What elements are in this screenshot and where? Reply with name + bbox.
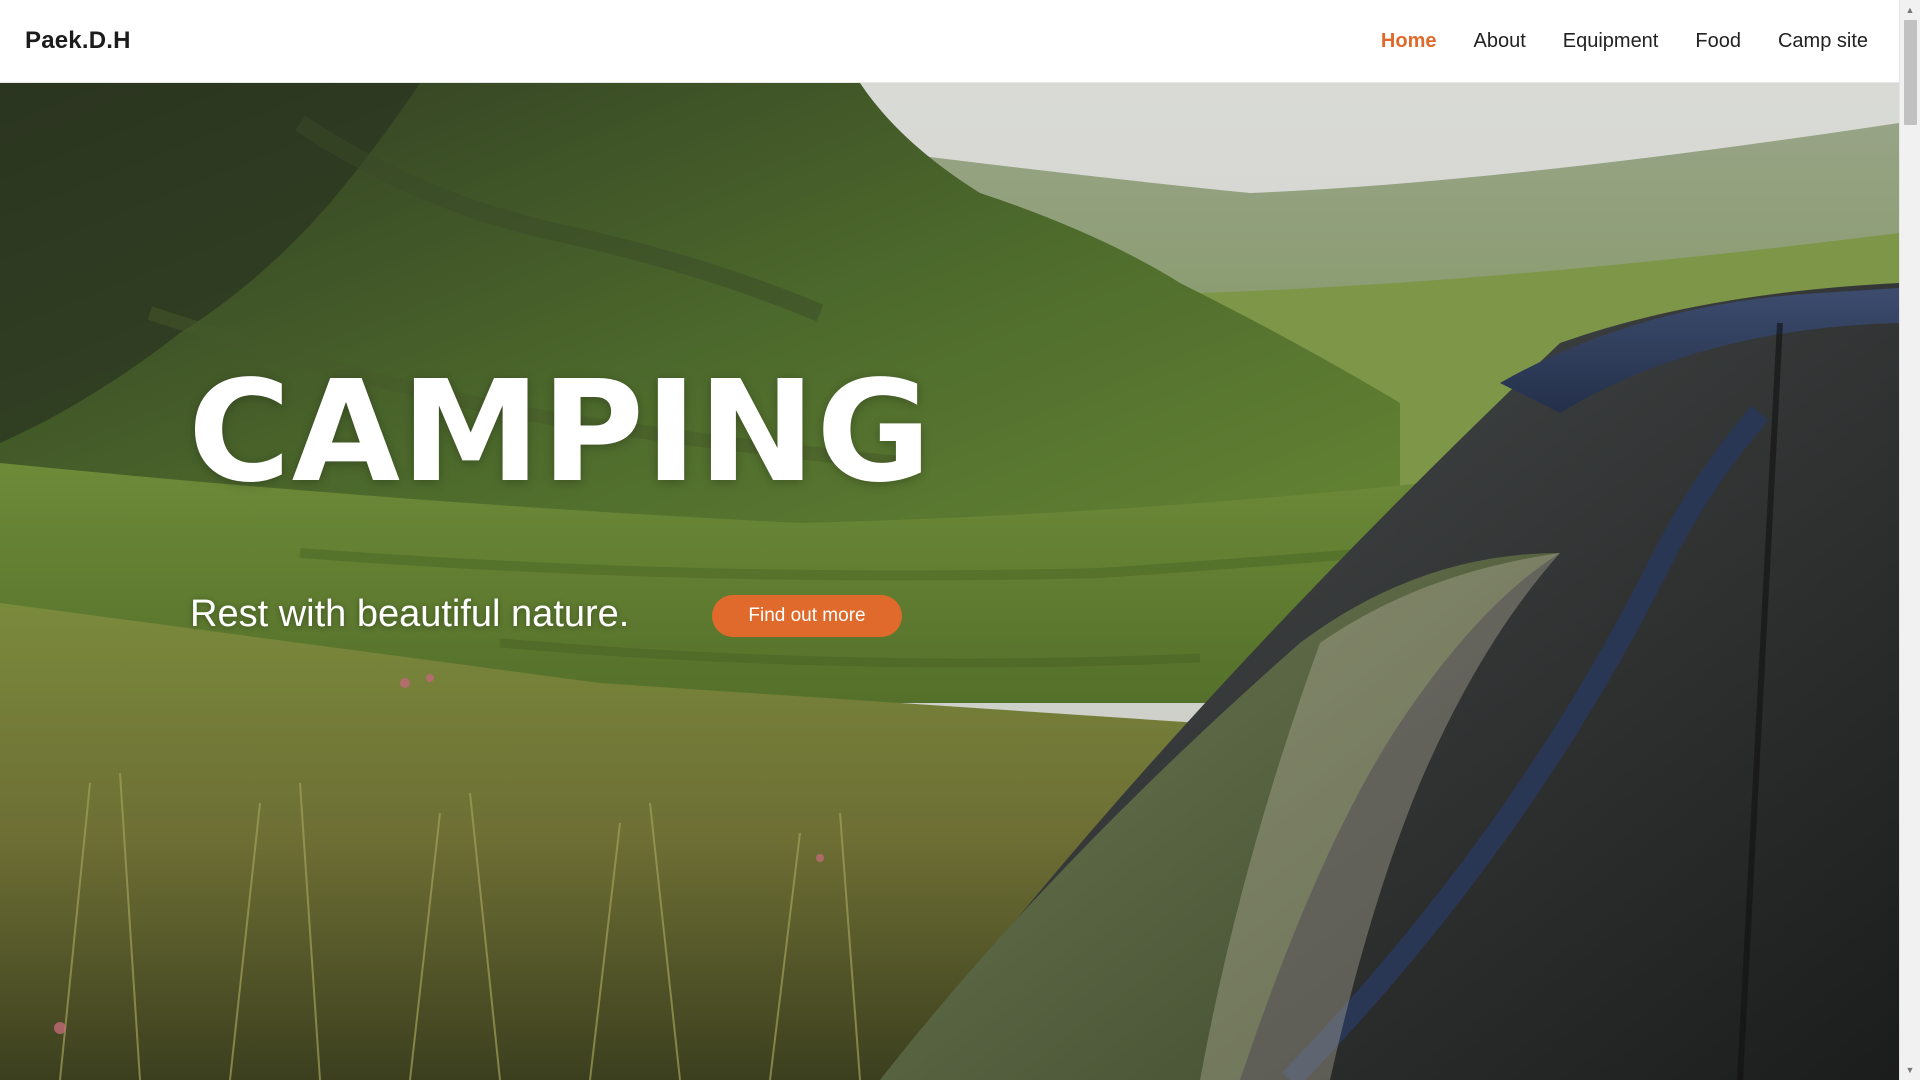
scroll-down-arrow-icon[interactable]: ▼ — [1900, 1060, 1920, 1080]
nav-camp-site[interactable]: Camp site — [1778, 30, 1868, 53]
page: Paek.D.H Home About Equipment Food Camp … — [0, 0, 1920, 1080]
hero-title: CAMPING — [188, 351, 933, 514]
site-header: Paek.D.H Home About Equipment Food Camp … — [0, 0, 1899, 83]
nav-home[interactable]: Home — [1381, 30, 1437, 53]
find-out-more-button[interactable]: Find out more — [712, 595, 902, 637]
hero-background-image — [0, 83, 1899, 1080]
nav-equipment[interactable]: Equipment — [1563, 30, 1659, 53]
main-nav: Home About Equipment Food Camp site — [1381, 30, 1868, 53]
vertical-scrollbar[interactable]: ▲ ▼ — [1899, 0, 1920, 1080]
hero-section: CAMPING Rest with beautiful nature. Find… — [0, 83, 1899, 1080]
scrollbar-thumb[interactable] — [1904, 20, 1917, 125]
scroll-up-arrow-icon[interactable]: ▲ — [1900, 0, 1920, 20]
nav-food[interactable]: Food — [1695, 30, 1741, 53]
hero-subtitle: Rest with beautiful nature. — [190, 593, 630, 635]
site-logo[interactable]: Paek.D.H — [25, 27, 131, 55]
nav-about[interactable]: About — [1473, 30, 1525, 53]
